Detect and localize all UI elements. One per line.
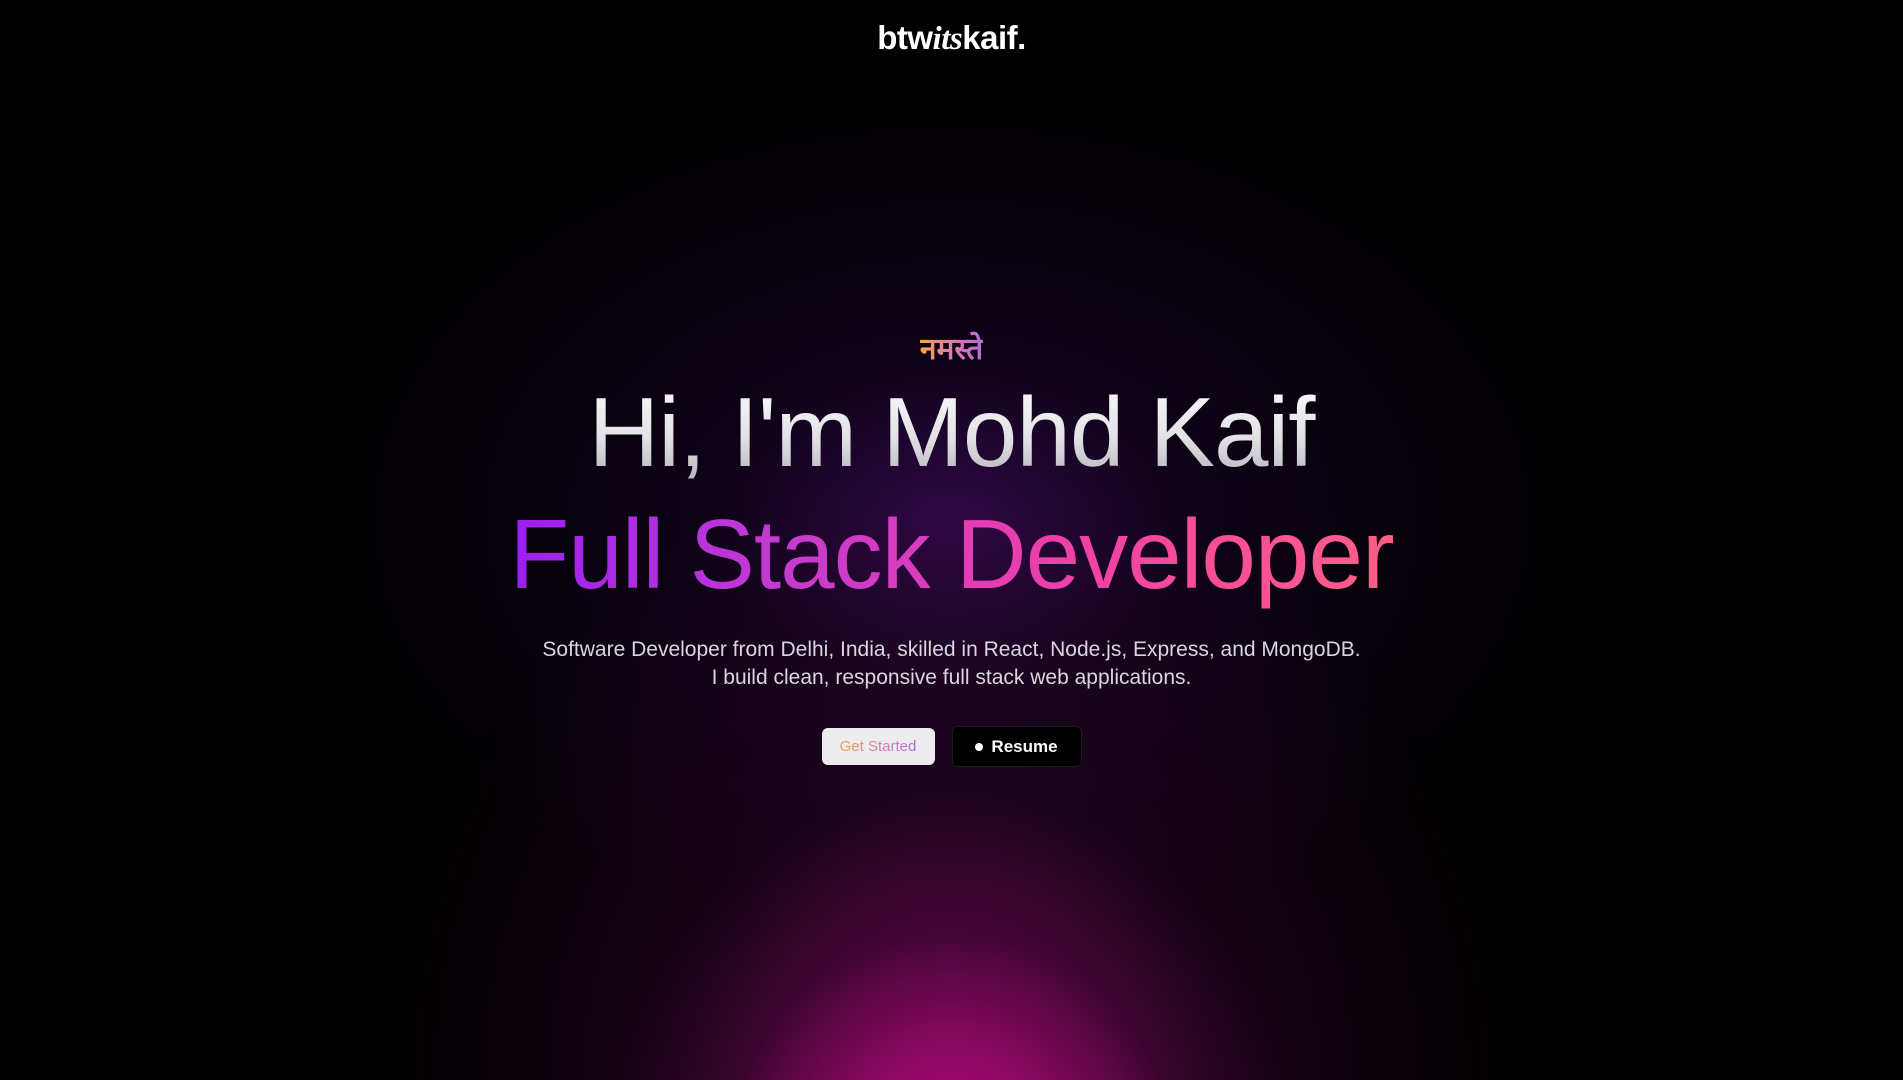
dot-icon bbox=[975, 742, 984, 751]
get-started-label: Get Started bbox=[839, 738, 917, 755]
resume-button[interactable]: Resume bbox=[951, 726, 1082, 767]
get-started-button[interactable]: Get Started bbox=[821, 728, 935, 765]
logo-prefix: btw bbox=[877, 19, 933, 56]
site-header: btwitskaif. bbox=[0, 18, 1903, 59]
logo-suffix: kaif. bbox=[962, 19, 1026, 56]
logo-italic: its bbox=[932, 21, 963, 57]
hero-section: नमस्ते Hi, I'm Mohd Kaif Full Stack Deve… bbox=[0, 330, 1903, 767]
hero-actions: Get Started Resume bbox=[0, 726, 1903, 767]
hero-name-heading: Hi, I'm Mohd Kaif bbox=[0, 372, 1903, 492]
site-logo[interactable]: btwitskaif. bbox=[877, 18, 1026, 59]
hero-role-heading: Full Stack Developer bbox=[509, 494, 1394, 614]
greeting-text: नमस्ते bbox=[920, 330, 983, 370]
hero-description: Software Developer from Delhi, India, sk… bbox=[0, 636, 1903, 692]
role-wrapper: Full Stack Developer bbox=[0, 494, 1903, 614]
description-line-1: Software Developer from Delhi, India, sk… bbox=[542, 638, 1361, 661]
resume-label: Resume bbox=[991, 736, 1058, 756]
description-line-2: I build clean, responsive full stack web… bbox=[711, 666, 1192, 689]
